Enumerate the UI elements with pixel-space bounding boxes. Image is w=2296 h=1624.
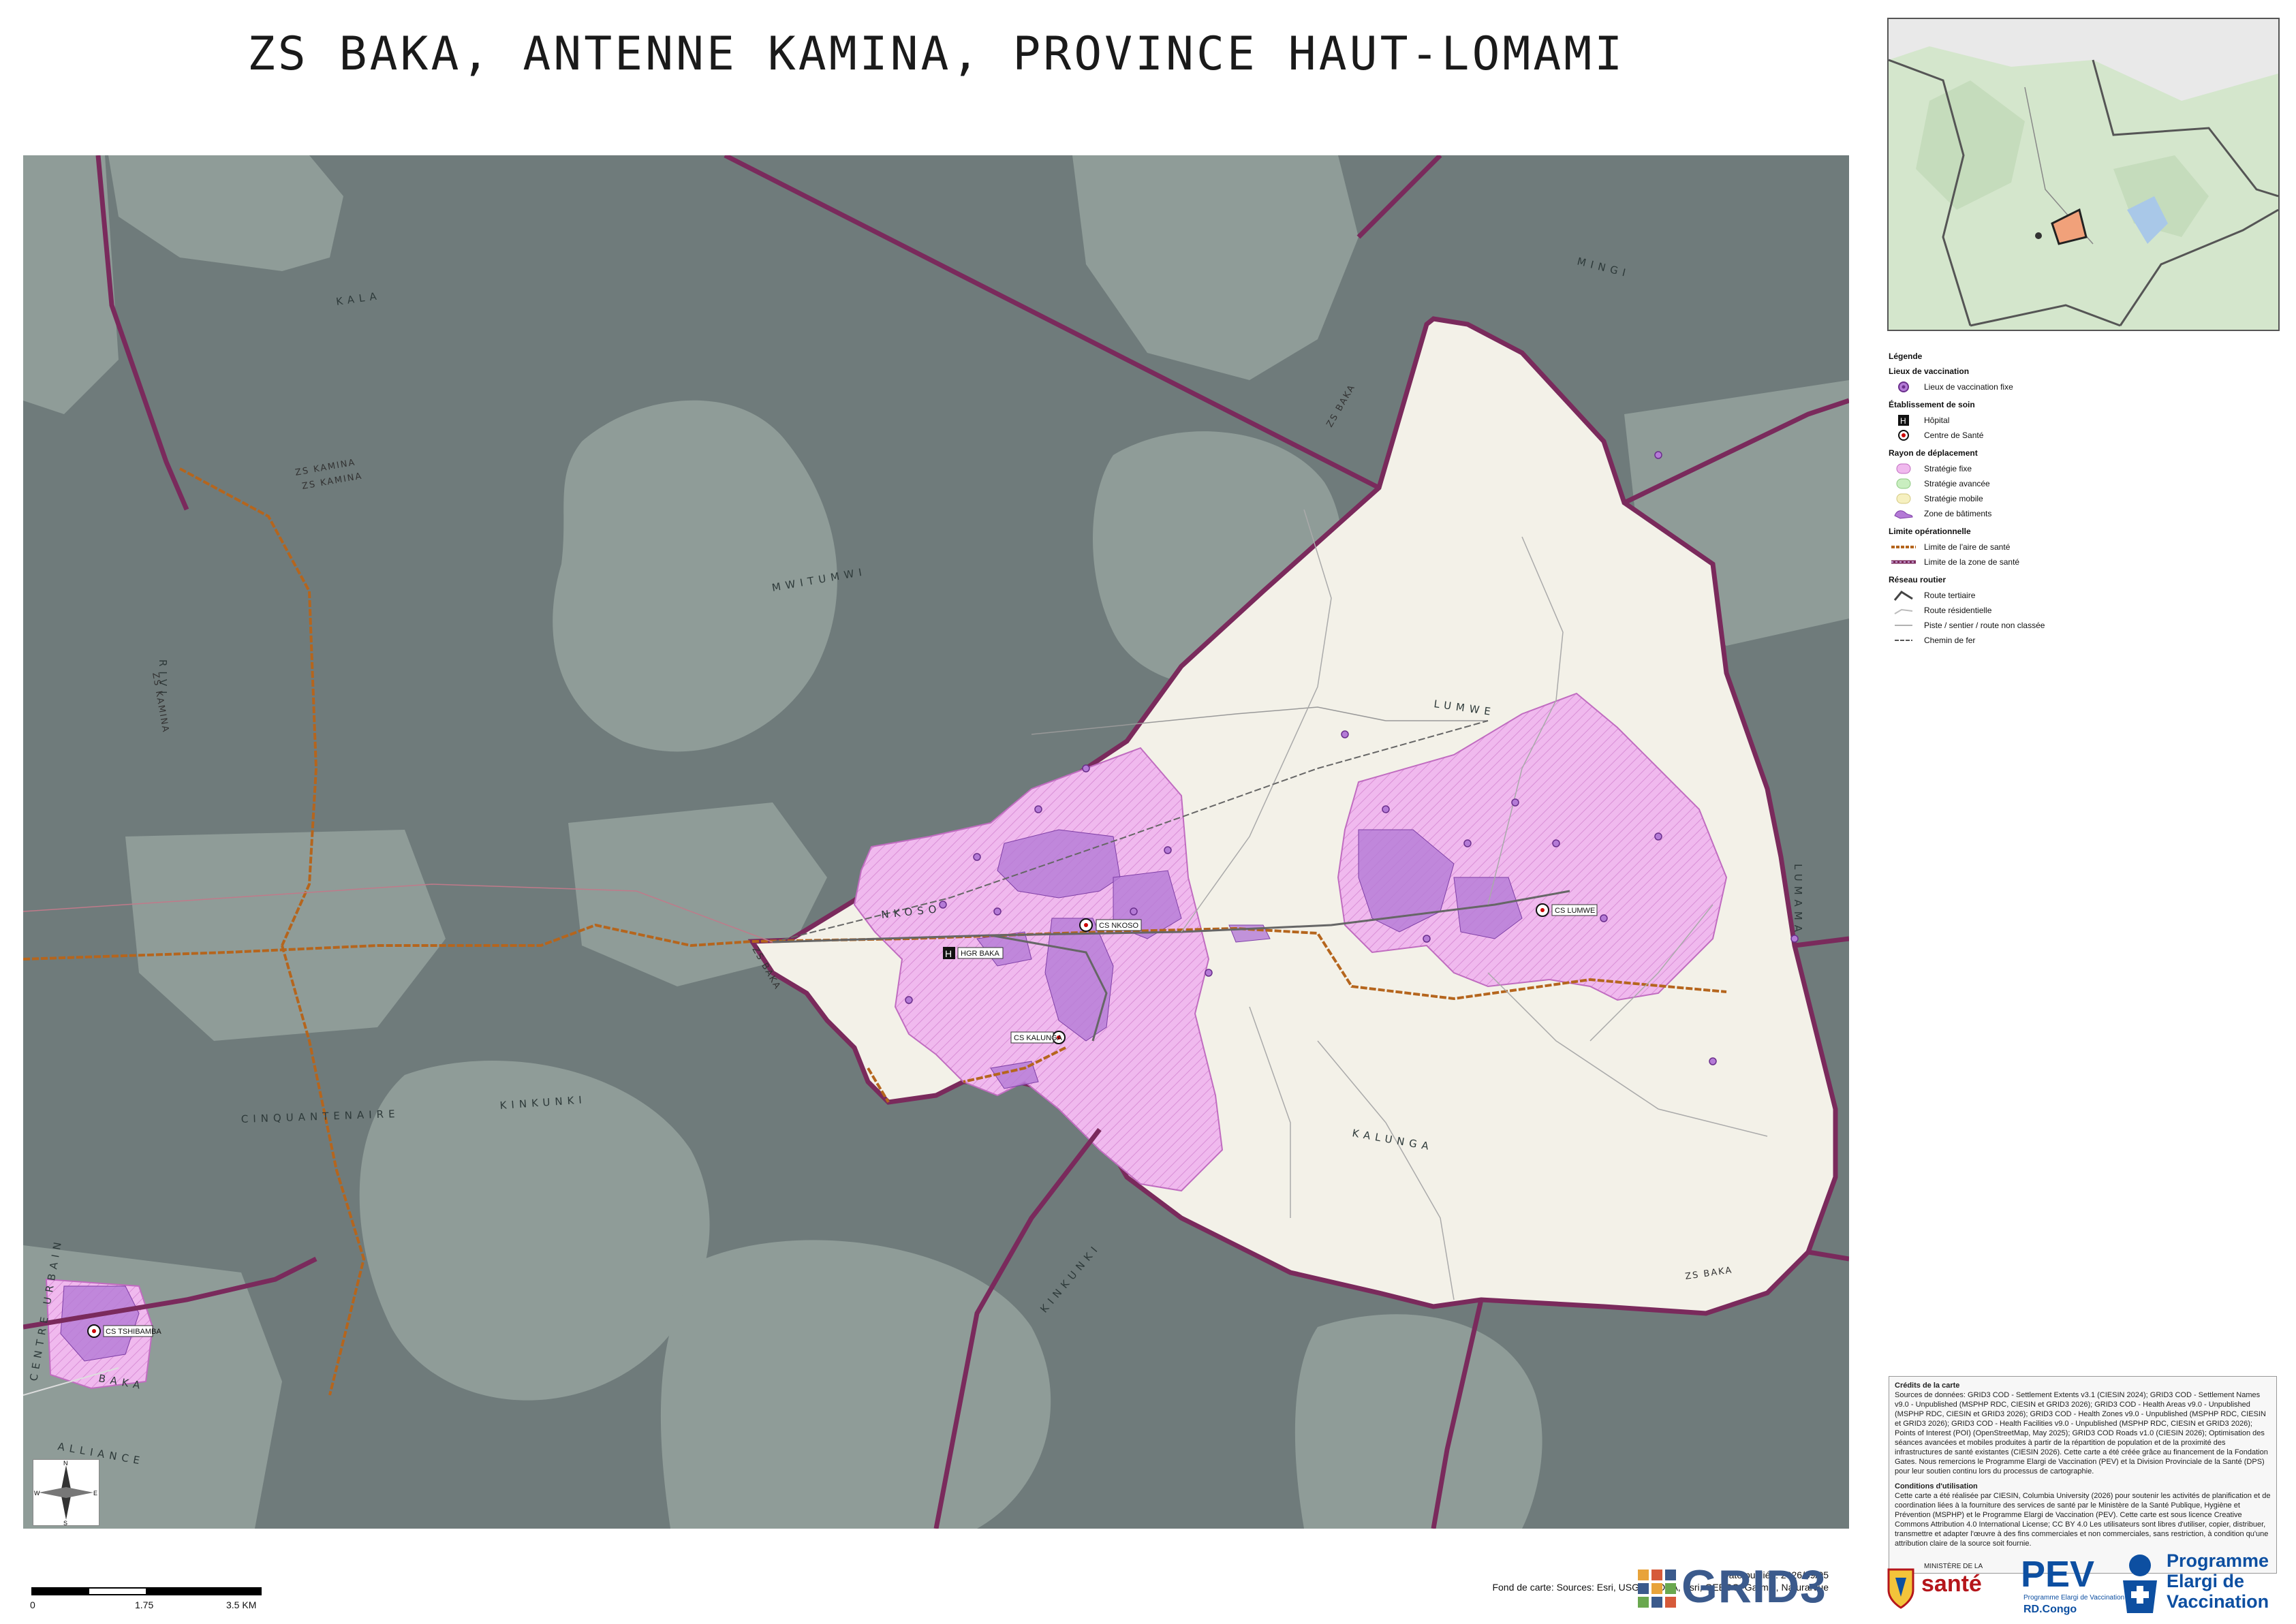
legend-item-label: Route résidentielle xyxy=(1924,606,1992,615)
health-area-line xyxy=(1891,546,1916,548)
map-canvas: CS NKOSO H HGR BAKA CS KALUNGA CS LUMWE … xyxy=(23,155,1849,1529)
residential-road-line xyxy=(1894,608,1913,614)
legend-item: Chemin de fer xyxy=(1889,633,2175,648)
advanced-strategy-swatch xyxy=(1896,478,1911,489)
svg-text:H: H xyxy=(1900,416,1906,426)
label-lumama: LUMAMA xyxy=(1792,864,1804,937)
ministere-top-text: MINISTÈRE DE LA xyxy=(1924,1563,1983,1570)
cs-kalunga-label: CS KALUNGA xyxy=(1014,1034,1063,1042)
legend-item-label: Limite de l'aire de santé xyxy=(1924,542,2011,552)
legend-item-label: Limite de la zone de santé xyxy=(1924,557,2020,567)
hospital-icon: H xyxy=(1898,415,1909,426)
fixed-strategy-swatch xyxy=(1896,463,1911,474)
ministere-sante-logo: MINISTÈRE DE LA santé xyxy=(1882,1560,2025,1614)
legend-item: Lieux de vaccination fixe xyxy=(1889,379,2175,394)
legend-item: Stratégie mobile xyxy=(1889,491,2175,506)
legend-item: Limite de l'aire de santé xyxy=(1889,540,2175,555)
conditions-body: Cette carte a été réalisée par CIESIN, C… xyxy=(1895,1492,2271,1548)
legend-item-label: Stratégie fixe xyxy=(1924,464,1972,473)
track-line xyxy=(1895,625,1912,626)
north-arrow: N S E W xyxy=(33,1459,99,1527)
legend-item: Route tertiaire xyxy=(1889,588,2175,603)
legend-item-label: Lieux de vaccination fixe xyxy=(1924,382,2013,392)
conditions-heading: Conditions d'utilisation xyxy=(1895,1482,1978,1490)
cs-tshibamba-label: CS TSHIBAMBA xyxy=(106,1328,161,1336)
cs-nkoso-label: CS NKOSO xyxy=(1099,922,1139,930)
legend-group-heading: Limite opérationnelle xyxy=(1889,527,1971,536)
legend-group-heading: Rayon de déplacement xyxy=(1889,448,1978,458)
legend-item: Route résidentielle xyxy=(1889,603,2175,618)
tertiary-road-line xyxy=(1893,591,1913,601)
cs-tshibamba-marker: CS TSHIBAMBA xyxy=(87,1324,161,1338)
health-zone-line xyxy=(1891,560,1916,564)
label-kinkunki-2: KINKUNKI xyxy=(1038,1240,1103,1315)
cs-nkoso-marker: CS NKOSO xyxy=(1079,918,1142,932)
legend-title: Légende xyxy=(1889,352,1923,361)
cs-lumwe-label: CS LUMWE xyxy=(1555,907,1595,915)
building-zone-swatch xyxy=(1894,510,1913,519)
legend-group-heading: Établissement de soin xyxy=(1889,400,1975,409)
health-center-icon xyxy=(1898,430,1909,441)
compass-e: E xyxy=(93,1490,97,1497)
legend-item: Piste / sentier / route non classée xyxy=(1889,618,2175,633)
legend-item: Stratégie fixe xyxy=(1889,461,2175,476)
locator-inset-map xyxy=(1887,18,2280,331)
legend-item: Zone de bâtiments xyxy=(1889,506,2175,521)
legend-item: H Hôpital xyxy=(1889,413,2175,428)
scale-bar xyxy=(31,1587,263,1600)
legend-item-label: Hôpital xyxy=(1924,416,1950,425)
pev-sub: Programme Elargi de Vaccination xyxy=(2023,1594,2125,1602)
label-zs-baka-top: ZS BAKA xyxy=(1324,383,1357,429)
railway-line xyxy=(1895,640,1912,641)
vaccination-person-icon xyxy=(2123,1555,2157,1613)
legend-item: Limite de la zone de santé xyxy=(1889,555,2175,569)
compass-w: W xyxy=(34,1490,40,1497)
credits-heading: Crédits de la carte xyxy=(1895,1381,1960,1390)
label-kala: KALA xyxy=(335,290,382,308)
pev-short: PEV xyxy=(2021,1554,2095,1595)
legend-item-label: Chemin de fer xyxy=(1924,636,1976,645)
credits-body: Sources de données: GRID3 COD - Settleme… xyxy=(1895,1391,2268,1475)
legend-group-heading: Réseau routier xyxy=(1889,575,1946,584)
hgr-baka-marker: H HGR BAKA xyxy=(943,947,1004,959)
fixed-strategy-area-nkoso[interactable] xyxy=(853,747,1224,1192)
scale-label-mid: 1.75 xyxy=(135,1599,154,1610)
map-legend: Légende Lieux de vaccination Lieux de va… xyxy=(1889,346,2175,648)
legend-item-label: Stratégie mobile xyxy=(1924,494,1983,503)
vaccination-site-icon xyxy=(1898,381,1909,392)
legend-item-label: Centre de Santé xyxy=(1924,431,1984,440)
legend-item: Stratégie avancée xyxy=(1889,476,2175,491)
label-mingi: MINGI xyxy=(1576,255,1632,280)
ministere-main-text: santé xyxy=(1921,1571,1982,1597)
cs-kalunga-marker: CS KALUNGA xyxy=(1010,1031,1066,1044)
legend-group-heading: Lieux de vaccination xyxy=(1889,366,1970,376)
hgr-baka-label: HGR BAKA xyxy=(961,950,1000,958)
mobile-strategy-swatch xyxy=(1896,493,1911,504)
svg-text:H: H xyxy=(945,948,952,959)
legend-item-label: Zone de bâtiments xyxy=(1924,509,1992,518)
scale-label-0: 0 xyxy=(30,1599,35,1610)
scale-label-end: 3.5 KM xyxy=(226,1599,257,1610)
compass-s: S xyxy=(63,1520,67,1525)
credits-box: Crédits de la carte Sources de données: … xyxy=(1889,1376,2277,1574)
map-title: ZS BAKA, ANTENNE KAMINA, PROVINCE HAUT-L… xyxy=(247,27,1626,81)
main-map[interactable]: CS NKOSO H HGR BAKA CS KALUNGA CS LUMWE … xyxy=(23,155,1849,1529)
legend-item-label: Route tertiaire xyxy=(1924,591,1976,600)
compass-n: N xyxy=(63,1460,68,1467)
coat-of-arms-icon xyxy=(1887,1568,1914,1609)
pev-country: RD.Congo xyxy=(2023,1604,2077,1615)
pev-full-name: Programme Elargi de Vaccination xyxy=(2167,1550,2269,1612)
legend-item-label: Stratégie avancée xyxy=(1924,479,1990,488)
grid3-logo-text: GRID3 xyxy=(1681,1561,1827,1612)
cs-lumwe-marker: CS LUMWE xyxy=(1536,903,1598,917)
legend-item-label: Piste / sentier / route non classée xyxy=(1924,621,2045,630)
legend-item: Centre de Santé xyxy=(1889,428,2175,443)
